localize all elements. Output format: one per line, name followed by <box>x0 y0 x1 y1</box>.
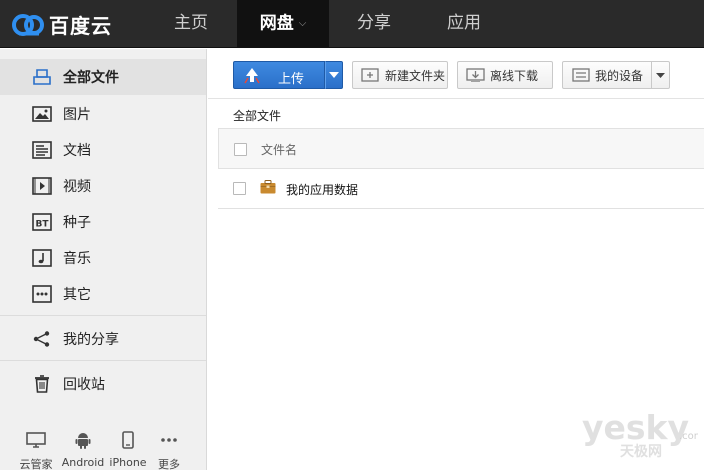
select-all-checkbox[interactable] <box>234 143 247 156</box>
device-iphone[interactable]: iPhone <box>108 429 148 469</box>
sidebar-item-label: 我的分享 <box>63 332 119 348</box>
sidebar-item-label: 音乐 <box>63 251 91 267</box>
chevron-down-icon <box>656 73 665 78</box>
top-bar: 百度云 主页 网盘 ⌵ 分享 应用 <box>0 0 704 48</box>
upload-dropdown-button[interactable] <box>325 61 343 89</box>
device-label: iPhone <box>109 456 147 469</box>
sidebar-item-label: 种子 <box>63 215 91 231</box>
app-window: 百度云 主页 网盘 ⌵ 分享 应用 全部文件 图片 文档 视频 BT 种子 音乐… <box>0 0 704 470</box>
main-nav: 主页 网盘 ⌵ 分享 应用 <box>145 0 509 48</box>
sidebar-item-all-files[interactable]: 全部文件 <box>0 59 206 95</box>
device-label: 更多 <box>158 458 180 470</box>
sidebar-item-torrents[interactable]: BT 种子 <box>0 204 206 240</box>
table-row[interactable]: 我的应用数据 <box>218 169 704 209</box>
upload-label: 上传 <box>278 72 305 87</box>
divider <box>0 360 206 361</box>
image-icon <box>32 105 52 123</box>
file-name[interactable]: 我的应用数据 <box>286 181 358 198</box>
sidebar-item-music[interactable]: 音乐 <box>0 240 206 276</box>
sidebar-item-my-share[interactable]: 我的分享 <box>0 321 206 357</box>
sidebar-item-images[interactable]: 图片 <box>0 96 206 132</box>
offline-download-label: 离线下载 <box>490 68 539 83</box>
all-files-icon <box>32 68 52 86</box>
sidebar-item-label: 文档 <box>63 143 91 159</box>
toolbar: 上传 新建文件夹 离线下载 我的设备 <box>208 49 704 99</box>
sidebar-item-label: 回收站 <box>63 377 105 393</box>
sidebar: 全部文件 图片 文档 视频 BT 种子 音乐 其它 我的分享 回收站 云管家 A… <box>0 49 207 470</box>
download-icon <box>465 67 487 83</box>
new-folder-label: 新建文件夹 <box>385 68 446 83</box>
offline-download-button[interactable]: 离线下载 <box>457 61 553 89</box>
file-list-header: 文件名 <box>218 128 704 169</box>
sidebar-item-recycle-bin[interactable]: 回收站 <box>0 366 206 402</box>
svg-text:BT: BT <box>36 220 50 230</box>
monitor-icon <box>18 429 54 451</box>
my-devices-button[interactable]: 我的设备 <box>562 61 652 89</box>
device-more[interactable]: 更多 <box>152 429 186 470</box>
sidebar-item-documents[interactable]: 文档 <box>0 132 206 168</box>
music-icon <box>32 249 52 267</box>
divider <box>0 315 206 316</box>
column-header-filename[interactable]: 文件名 <box>261 141 297 158</box>
yesky-watermark-logo: yesky .com 天极网 <box>582 408 698 460</box>
baidu-cloud-logo-icon <box>12 14 44 36</box>
device-android[interactable]: Android <box>60 429 106 469</box>
sidebar-item-label: 视频 <box>63 179 91 195</box>
app-folder-icon <box>260 180 276 194</box>
breadcrumb[interactable]: 全部文件 <box>233 107 281 124</box>
app-name: 百度云 <box>49 13 112 38</box>
chevron-down-icon: ⌵ <box>298 18 307 29</box>
new-folder-button[interactable]: 新建文件夹 <box>352 61 448 89</box>
share-icon <box>32 330 52 348</box>
iphone-icon <box>108 429 148 451</box>
android-icon <box>60 429 106 451</box>
sidebar-item-label: 其它 <box>63 287 91 303</box>
sidebar-item-label: 图片 <box>63 107 91 123</box>
more-dots-icon <box>32 285 52 303</box>
video-icon <box>32 177 52 195</box>
chevron-down-icon <box>329 72 339 78</box>
row-checkbox[interactable] <box>233 182 246 195</box>
sidebar-item-others[interactable]: 其它 <box>0 276 206 312</box>
upload-icon <box>244 68 260 84</box>
new-folder-icon <box>360 67 382 83</box>
trash-icon <box>32 375 52 393</box>
device-icon <box>570 67 592 83</box>
nav-netdisk[interactable]: 网盘 ⌵ <box>237 0 329 48</box>
watermark-subtext: 天极网 <box>620 443 662 460</box>
nav-apps[interactable]: 应用 <box>419 0 509 48</box>
bt-icon: BT <box>32 213 52 231</box>
nav-home[interactable]: 主页 <box>145 0 237 48</box>
logo[interactable]: 百度云 <box>10 8 112 40</box>
more-icon <box>152 429 186 451</box>
nav-netdisk-label: 网盘 <box>259 13 294 34</box>
sidebar-item-label: 全部文件 <box>63 70 119 86</box>
my-devices-dropdown-button[interactable] <box>651 61 670 89</box>
watermark-text: yesky <box>582 408 689 447</box>
watermark-suffix: .com <box>679 431 698 442</box>
device-label: Android <box>61 456 105 469</box>
my-devices-label: 我的设备 <box>595 68 644 83</box>
device-label: 云管家 <box>19 458 53 470</box>
nav-share[interactable]: 分享 <box>329 0 419 48</box>
sidebar-item-videos[interactable]: 视频 <box>0 168 206 204</box>
upload-button[interactable]: 上传 <box>233 61 325 89</box>
device-cloud-manager[interactable]: 云管家 <box>18 429 54 470</box>
document-icon <box>32 141 52 159</box>
